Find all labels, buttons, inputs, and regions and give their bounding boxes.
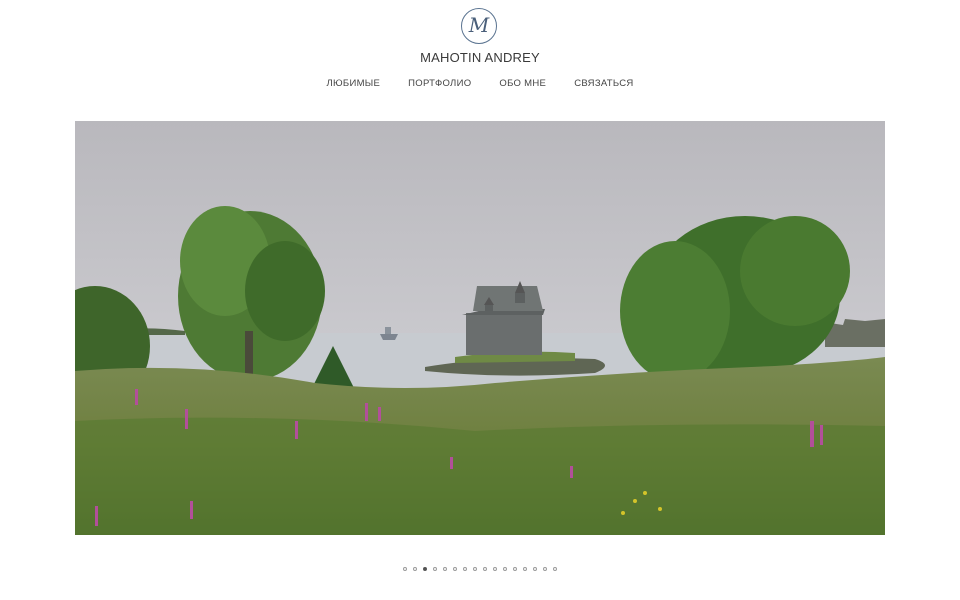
- nav-item-favorites[interactable]: ЛЮБИМЫЕ: [312, 78, 394, 89]
- slideshow-dot[interactable]: [513, 567, 517, 571]
- slideshow-dot[interactable]: [523, 567, 527, 571]
- slideshow-dot[interactable]: [493, 567, 497, 571]
- slideshow-dot[interactable]: [443, 567, 447, 571]
- nav-item-portfolio[interactable]: ПОРТФОЛИО: [394, 78, 485, 89]
- slideshow-dot[interactable]: [473, 567, 477, 571]
- slideshow-dot[interactable]: [433, 567, 437, 571]
- slideshow-dot[interactable]: [413, 567, 417, 571]
- nav-item-contact[interactable]: СВЯЗАТЬСЯ: [560, 78, 647, 89]
- slideshow-dot[interactable]: [483, 567, 487, 571]
- landscape-photo: [75, 121, 885, 535]
- slideshow-dot[interactable]: [403, 567, 407, 571]
- slideshow-dot[interactable]: [553, 567, 557, 571]
- site-title[interactable]: MAHOTIN ANDREY: [0, 50, 960, 65]
- slideshow-pagination: [0, 567, 960, 571]
- slideshow-dot[interactable]: [543, 567, 547, 571]
- logo-monogram: M: [468, 13, 490, 37]
- main-nav: ЛЮБИМЫЕ ПОРТФОЛИО ОБО МНЕ СВЯЗАТЬСЯ: [0, 78, 960, 89]
- slideshow-image[interactable]: [75, 121, 885, 535]
- logo-link[interactable]: M: [461, 8, 497, 44]
- slideshow-dot[interactable]: [423, 567, 427, 571]
- slideshow-dot[interactable]: [533, 567, 537, 571]
- slideshow-dot[interactable]: [463, 567, 467, 571]
- slideshow-dot[interactable]: [503, 567, 507, 571]
- nav-item-about[interactable]: ОБО МНЕ: [485, 78, 560, 89]
- slideshow-dot[interactable]: [453, 567, 457, 571]
